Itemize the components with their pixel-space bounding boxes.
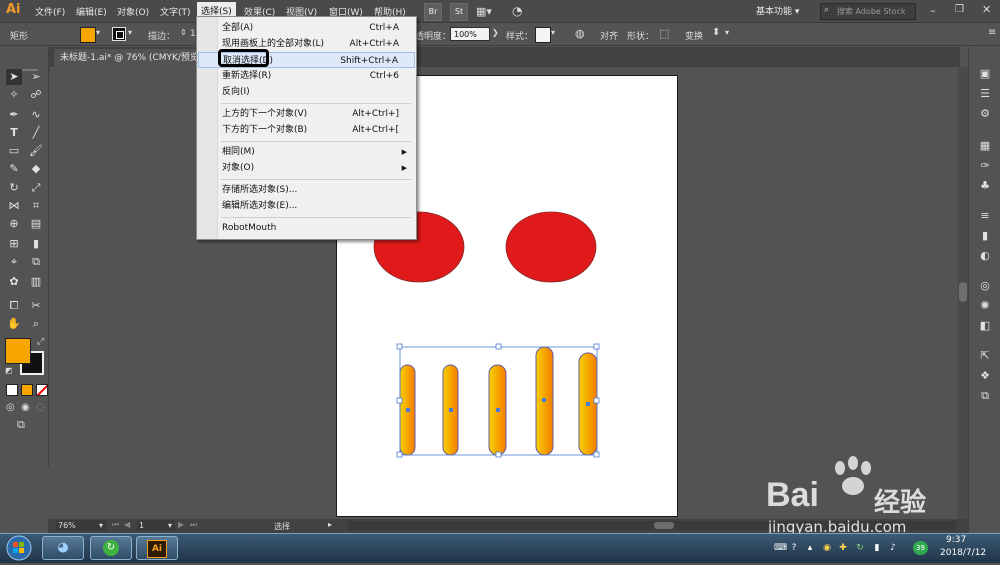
tray-update-icon[interactable]: ↻	[855, 543, 865, 553]
menu-item-inverse[interactable]: 反向(I)	[198, 84, 415, 100]
menu-item-same[interactable]: 相同(M) ▶	[198, 144, 415, 160]
windows-logo-icon	[6, 535, 32, 561]
menu-item-label: 对象(O)	[222, 163, 255, 173]
menu-item-label: 编辑所选对象(E)...	[222, 201, 298, 211]
next-artboard-icon[interactable]: ▶	[178, 520, 184, 529]
tray-help-icon[interactable]: ?	[789, 543, 799, 553]
artboards-icon[interactable]: ⧉	[977, 389, 993, 403]
menu-item-object[interactable]: 对象(O) ▶	[198, 160, 415, 176]
layers-icon[interactable]: ◧	[977, 319, 993, 333]
tray-security-icon[interactable]: ✚	[838, 543, 848, 553]
baidu-watermark: Bai 经验 jingyan.baidu.com	[762, 456, 992, 536]
color-panel-icon[interactable]: ▦	[977, 139, 993, 153]
last-artboard-icon[interactable]: ⏭	[190, 520, 197, 530]
menu-item-label: RobotMouth	[222, 223, 277, 233]
menu-item-label: 重新选择(R)	[222, 71, 272, 81]
watermark-brand: Bai	[766, 476, 819, 514]
artboard-number-field[interactable]: 1 ▾	[137, 520, 175, 531]
taskbar-illustrator-button[interactable]: Ai	[136, 536, 178, 560]
windows-taskbar: ◕ ↻ Ai ⌨ ? ▴ ◉ ✚ ↻ ▮ ♪ 39	[0, 533, 1000, 563]
appearance-icon[interactable]: ◎	[977, 279, 993, 293]
asset-export-icon[interactable]: ⚙	[977, 107, 993, 121]
vertical-scroll-thumb[interactable]	[959, 282, 967, 302]
symbols-icon[interactable]: ♣	[977, 179, 993, 193]
menu-item-reselect[interactable]: 重新选择(R) Ctrl+6	[198, 68, 415, 84]
brushes-icon[interactable]: ✑	[977, 159, 993, 173]
vertical-scrollbar[interactable]	[958, 67, 968, 519]
menu-item-label: 全部(A)	[222, 23, 254, 33]
status-tool-label: 选择	[274, 522, 290, 531]
start-button[interactable]	[4, 534, 34, 562]
menu-item-select-all[interactable]: 全部(A) Ctrl+A	[198, 20, 415, 36]
menu-item-label: 存储所选对象(S)...	[222, 185, 298, 195]
transparency-icon[interactable]: ◐	[977, 249, 993, 263]
tray-network-icon[interactable]: ▮	[872, 543, 882, 553]
export-icon[interactable]: ⇱	[977, 349, 993, 363]
taskbar-browser-button[interactable]: ◕	[42, 536, 84, 560]
tray-keyboard-icon[interactable]: ⌨	[774, 543, 787, 553]
submenu-arrow-icon: ▶	[401, 164, 407, 172]
layers-stack-icon[interactable]: ❖	[977, 369, 993, 383]
annotation-highlight	[218, 49, 269, 67]
green-refresh-icon: ↻	[103, 540, 119, 556]
gradient-panel-icon[interactable]: ▮	[977, 229, 993, 243]
browser-icon: ◕	[57, 540, 69, 555]
menu-separator	[221, 179, 411, 180]
menu-item-save-selection[interactable]: 存储所选对象(S)...	[198, 182, 415, 198]
menu-item-robotmouth[interactable]: RobotMouth	[198, 220, 415, 236]
stroke-panel-icon[interactable]: ≡	[977, 209, 993, 223]
menu-item-next-object-above[interactable]: 上方的下一个对象(V) Alt+Ctrl+]	[198, 106, 415, 122]
menu-item-shortcut: Alt+Ctrl+A	[349, 39, 399, 49]
menu-separator	[221, 103, 411, 104]
menu-item-label: 上方的下一个对象(V)	[222, 109, 308, 119]
submenu-arrow-icon: ▶	[401, 148, 407, 156]
zoom-dropdown-icon: ▾	[98, 521, 103, 530]
menu-item-label: 相同(M)	[222, 147, 255, 157]
tray-arrow-icon[interactable]: ▴	[805, 543, 815, 553]
menu-item-label: 反向(I)	[222, 87, 250, 97]
status-menu-icon[interactable]: ▸	[328, 520, 332, 529]
horizontal-scroll-thumb[interactable]	[654, 522, 674, 529]
watermark-brand-suffix: 经验	[874, 488, 927, 518]
menu-item-next-object-below[interactable]: 下方的下一个对象(B) Alt+Ctrl+[	[198, 122, 415, 138]
menu-item-label: 下方的下一个对象(B)	[222, 125, 308, 135]
zoom-value: 76%	[58, 521, 76, 530]
menu-separator	[221, 217, 411, 218]
right-eye-ellipse[interactable]	[505, 211, 597, 283]
illustrator-app-icon: Ai	[147, 540, 167, 558]
menu-item-shortcut: Alt+Ctrl+]	[352, 109, 399, 119]
clock-date[interactable]: 2018/7/12	[940, 548, 986, 558]
clock-time[interactable]: 9:37	[946, 535, 966, 545]
menu-item-shortcut: Ctrl+A	[369, 23, 399, 33]
tray-badge-count: 39	[916, 544, 925, 552]
properties-icon[interactable]: ☰	[977, 87, 993, 101]
menu-item-shortcut: Shift+Ctrl+A	[340, 56, 398, 66]
paw-logo-icon	[835, 456, 871, 495]
libraries-icon[interactable]: ▣	[977, 67, 993, 81]
tray-volume-icon[interactable]: ♪	[888, 543, 898, 553]
menu-separator	[221, 141, 411, 142]
artboard-number: 1	[139, 521, 145, 530]
taskbar-refresh-app-button[interactable]: ↻	[90, 536, 132, 560]
menu-item-shortcut: Ctrl+6	[369, 71, 399, 81]
menu-item-shortcut: Alt+Ctrl+[	[352, 125, 399, 135]
prev-artboard-icon[interactable]: ◀	[124, 520, 130, 529]
artboard-dropdown-icon: ▾	[167, 521, 172, 530]
menu-item-edit-selection[interactable]: 编辑所选对象(E)...	[198, 198, 415, 214]
first-artboard-icon[interactable]: ⏮	[112, 520, 119, 530]
tray-badge[interactable]: 39	[913, 541, 928, 555]
zoom-field[interactable]: 76% ▾	[56, 520, 106, 531]
tray-app-icon[interactable]: ◉	[822, 543, 832, 553]
graphic-styles-icon[interactable]: ✺	[977, 299, 993, 313]
